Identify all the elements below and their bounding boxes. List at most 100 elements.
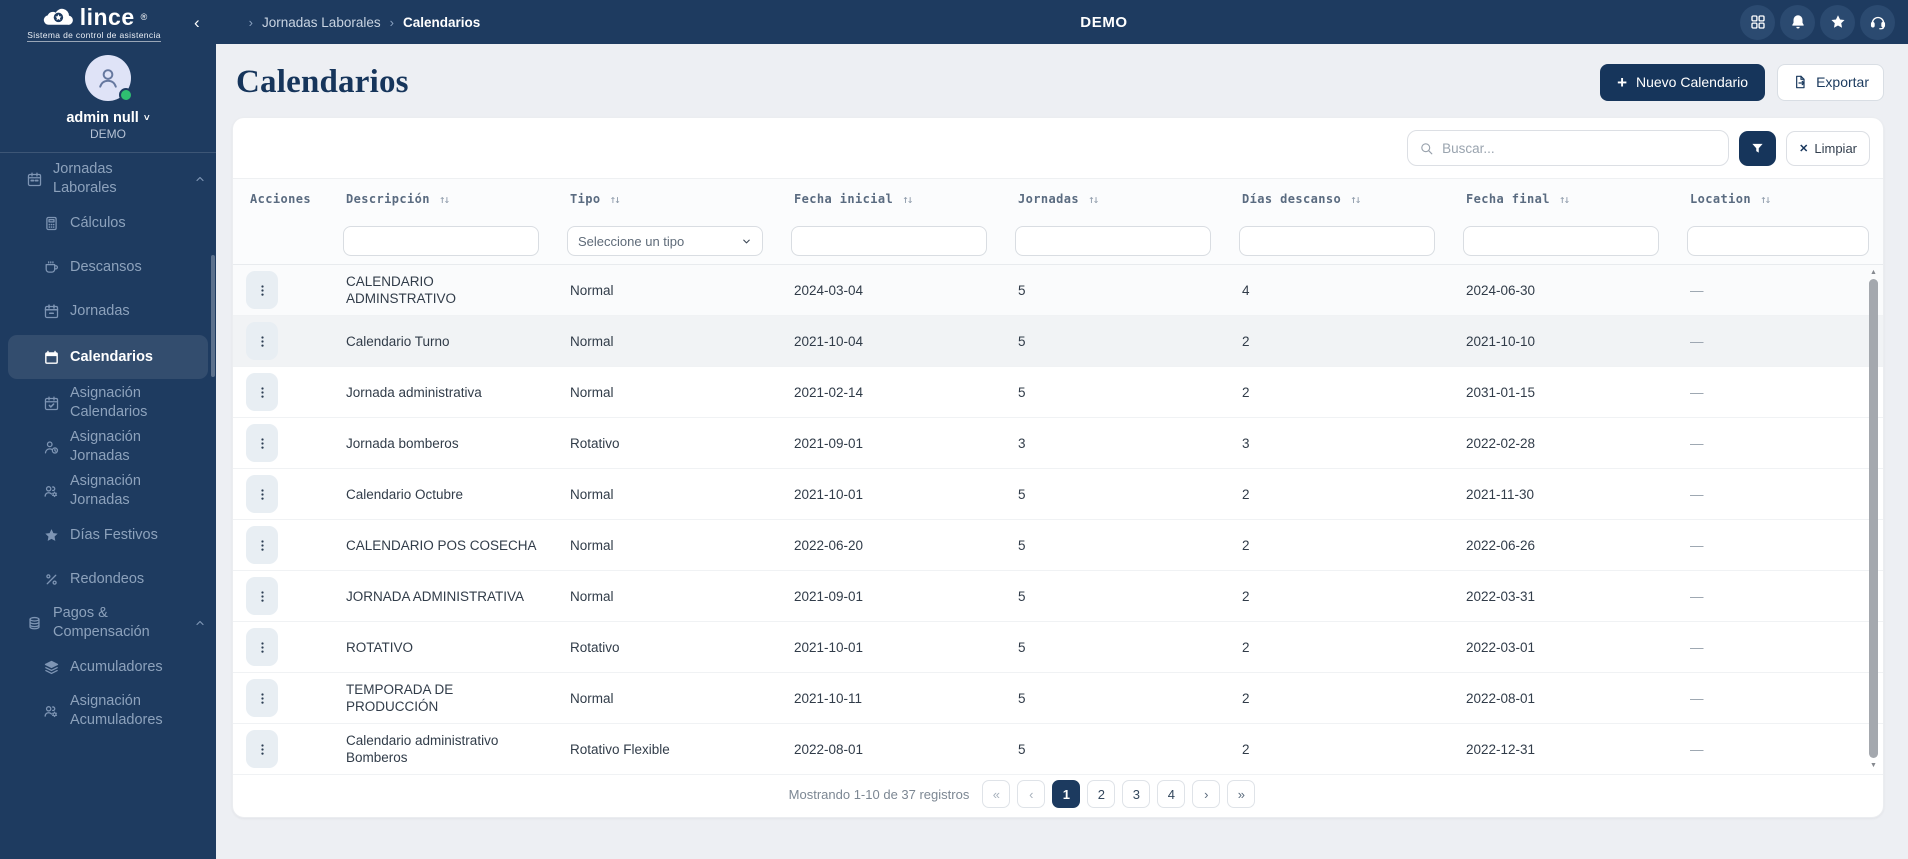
- filter-input-jornadas[interactable]: [1015, 226, 1211, 257]
- row-actions-button[interactable]: [246, 526, 278, 564]
- filter-input-descripcion[interactable]: [343, 226, 539, 257]
- cell-dias-descanso: 2: [1225, 468, 1449, 520]
- sort-icon[interactable]: ↑↓: [439, 193, 450, 206]
- filter-input-location[interactable]: [1687, 226, 1869, 257]
- sidebar-item-calculos[interactable]: Cálculos: [0, 201, 216, 245]
- pagination-page-3[interactable]: 3: [1122, 780, 1151, 808]
- sidebar-item-label: Asignación Calendarios: [70, 385, 148, 420]
- percent-icon: [43, 571, 60, 588]
- filter-input-fecha-final[interactable]: [1463, 226, 1659, 257]
- pagination-page-1[interactable]: 1: [1052, 780, 1081, 808]
- scrollbar-thumb[interactable]: [1869, 279, 1878, 758]
- sidebar-item-descansos[interactable]: Descansos: [0, 245, 216, 289]
- sidebar-item-asignacion-jornadas[interactable]: Asignación Jornadas: [0, 425, 216, 469]
- cell-dias-descanso: 3: [1225, 417, 1449, 469]
- row-actions-button[interactable]: [246, 730, 278, 768]
- row-actions-button[interactable]: [246, 577, 278, 615]
- pagination-next[interactable]: ›: [1192, 780, 1221, 808]
- pagination-first[interactable]: «: [982, 780, 1011, 808]
- row-actions-button[interactable]: [246, 373, 278, 411]
- row-actions-button[interactable]: [246, 424, 278, 462]
- filter-cell-tipo: Seleccione un tipo: [553, 218, 777, 265]
- pagination-page-4[interactable]: 4: [1157, 780, 1186, 808]
- sidebar-scrollbar-thumb[interactable]: [211, 255, 215, 377]
- scroll-down-icon[interactable]: ▼: [1868, 761, 1879, 771]
- favorites-button[interactable]: [1820, 4, 1855, 40]
- sort-icon[interactable]: ↑↓: [610, 193, 621, 206]
- column-header-location[interactable]: Location ↑↓: [1673, 178, 1883, 219]
- sort-icon[interactable]: ↑↓: [1350, 193, 1361, 206]
- scroll-up-icon[interactable]: ▲: [1868, 268, 1879, 278]
- cell-fecha-final: 2021-11-30: [1449, 468, 1673, 520]
- sidebar-item-jornadas-laborales[interactable]: Jornadas Laborales: [0, 157, 216, 201]
- row-actions-button[interactable]: [246, 628, 278, 666]
- filter-input-dias-descanso[interactable]: [1239, 226, 1435, 257]
- filter-select-tipo[interactable]: Seleccione un tipo: [567, 226, 763, 257]
- cell-acciones: [233, 723, 329, 775]
- calendar-minus-icon: [43, 303, 60, 320]
- sidebar-item-asignacion-calendarios[interactable]: Asignación Calendarios: [0, 381, 216, 425]
- filter-input-fecha-inicial[interactable]: [791, 226, 987, 257]
- cell-dias-descanso: 4: [1225, 264, 1449, 316]
- row-actions-button[interactable]: [246, 679, 278, 717]
- column-header-fecha-inicial[interactable]: Fecha inicial ↑↓: [777, 178, 1001, 219]
- column-header-tipo[interactable]: Tipo ↑↓: [553, 178, 777, 219]
- sort-icon[interactable]: ↑↓: [1559, 193, 1570, 206]
- table-row: TEMPORADA DE PRODUCCIÓN Normal 2021-10-11 5…: [233, 672, 1883, 724]
- sidebar-item-dias-festivos[interactable]: Días Festivos: [0, 513, 216, 557]
- sidebar-item-acumuladores[interactable]: Acumuladores: [0, 645, 216, 689]
- column-label: Acciones: [250, 191, 311, 206]
- cell-descripcion: ROTATIVO: [329, 621, 553, 673]
- sidebar-item-asignacion-acumuladores[interactable]: Asignación Acumuladores: [0, 689, 216, 733]
- sidebar-item-label: Asignación Jornadas: [70, 429, 141, 464]
- support-button[interactable]: [1860, 4, 1895, 40]
- pagination-page-2[interactable]: 2: [1087, 780, 1116, 808]
- column-header-fecha-final[interactable]: Fecha final ↑↓: [1449, 178, 1673, 219]
- column-header-dias-descanso[interactable]: Días descanso ↑↓: [1225, 178, 1449, 219]
- table-row: Calendario Turno Normal 2021-10-04 5 2 2021-1…: [233, 315, 1883, 367]
- sort-icon[interactable]: ↑↓: [1088, 193, 1099, 206]
- sort-icon[interactable]: ↑↓: [1760, 193, 1771, 206]
- sidebar-item-jornadas[interactable]: Jornadas: [0, 289, 216, 333]
- new-calendar-button[interactable]: + Nuevo Calendario: [1600, 63, 1766, 101]
- row-actions-button[interactable]: [246, 322, 278, 360]
- filter-cell-location: [1673, 218, 1883, 265]
- clear-filters-button[interactable]: ✕ Limpiar: [1786, 130, 1870, 166]
- table-filter-row: Seleccione un tipo: [233, 218, 1883, 265]
- sidebar-item-redondeos[interactable]: Redondeos: [0, 557, 216, 601]
- star-icon: [1829, 13, 1847, 31]
- brand-tagline: Sistema de control de asistencia: [27, 29, 161, 42]
- user-panel[interactable]: admin null ˅ DEMO: [0, 44, 216, 141]
- notifications-button[interactable]: [1780, 4, 1815, 40]
- cell-acciones: [233, 519, 329, 571]
- column-header-descripcion[interactable]: Descripción ↑↓: [329, 178, 553, 219]
- cell-tipo: Normal: [553, 570, 777, 622]
- avatar[interactable]: [85, 55, 133, 102]
- pagination-prev[interactable]: ‹: [1017, 780, 1046, 808]
- cell-descripcion: JORNADA ADMINISTRATIVA: [329, 570, 553, 622]
- cell-fecha-inicial: 2024-03-04: [777, 264, 1001, 316]
- row-actions-button[interactable]: [246, 475, 278, 513]
- chevron-down-icon[interactable]: ˅: [144, 112, 150, 126]
- apps-button[interactable]: [1740, 4, 1775, 40]
- table-scrollbar[interactable]: ▲ ▼: [1868, 268, 1879, 771]
- cell-descripcion: Jornada bomberos: [329, 417, 553, 469]
- search-input[interactable]: [1442, 140, 1718, 156]
- cell-jornadas: 5: [1001, 570, 1225, 622]
- cell-dias-descanso: 2: [1225, 366, 1449, 418]
- sidebar-collapse-button[interactable]: ‹: [188, 10, 206, 35]
- pagination-last[interactable]: »: [1227, 780, 1256, 808]
- column-header-jornadas[interactable]: Jornadas ↑↓: [1001, 178, 1225, 219]
- sidebar-item-calendarios[interactable]: Calendarios: [8, 335, 208, 379]
- cell-fecha-inicial: 2021-02-14: [777, 366, 1001, 418]
- column-header-acciones: Acciones: [233, 178, 329, 219]
- sidebar-item-asignacion-jornadas[interactable]: Asignación Jornadas: [0, 469, 216, 513]
- column-label: Jornadas: [1018, 191, 1079, 206]
- sidebar-item-pagos-compensacion[interactable]: Pagos & Compensación: [0, 601, 216, 645]
- breadcrumb-item-jornadas-laborales[interactable]: Jornadas Laborales: [262, 15, 381, 30]
- breadcrumb-item-calendarios[interactable]: Calendarios: [403, 15, 480, 30]
- export-button[interactable]: Exportar: [1777, 63, 1884, 101]
- filter-button[interactable]: [1739, 130, 1777, 166]
- sort-icon[interactable]: ↑↓: [902, 193, 913, 206]
- row-actions-button[interactable]: [246, 271, 278, 309]
